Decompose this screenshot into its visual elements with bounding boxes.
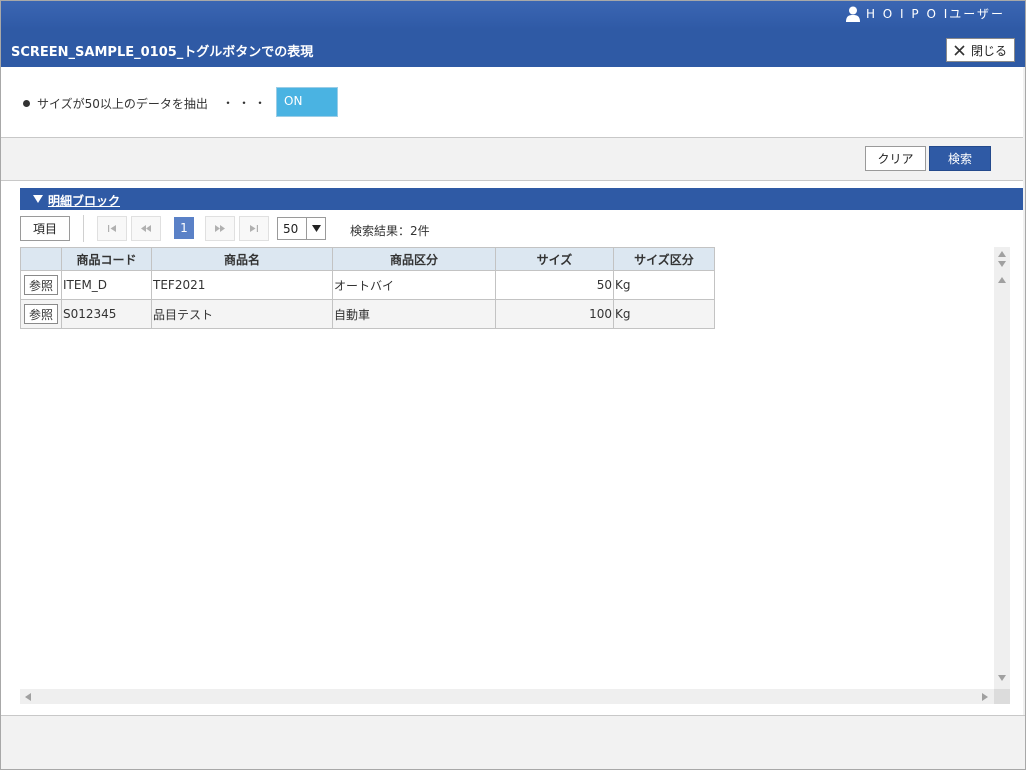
application-window: H O I P O Iユーザー SCREEN_SAMPLE_0105_トグルボタ…: [0, 0, 1026, 770]
results-table: 商品コード 商品名 商品区分 サイズ サイズ区分 参照 ITEM_D TEF20…: [20, 247, 715, 329]
product-name-cell: 品目テスト: [151, 299, 333, 329]
rewind-icon: [141, 225, 151, 232]
table-row[interactable]: 参照 ITEM_D TEF2021 オートバイ 50 Kg: [20, 270, 715, 300]
current-page-button[interactable]: 1: [174, 217, 194, 239]
user-name: H O I P O Iユーザー: [865, 7, 1005, 21]
pager-separator: [83, 215, 84, 242]
detail-block-title[interactable]: 明細ブロック: [48, 192, 120, 209]
condition-dots: ・・・: [222, 96, 271, 110]
ref-cell: 参照: [20, 270, 62, 300]
condition-row: サイズが50以上のデータを抽出: [23, 95, 208, 112]
column-header-category[interactable]: 商品区分: [332, 247, 496, 271]
bullet-icon: [23, 100, 30, 107]
column-header-code[interactable]: 商品コード: [61, 247, 152, 271]
prev-page-button[interactable]: [131, 216, 161, 241]
size-cell: 50: [495, 270, 614, 300]
column-header-name[interactable]: 商品名: [151, 247, 333, 271]
size-unit-cell: Kg: [613, 299, 715, 329]
title-bar: SCREEN_SAMPLE_0105_トグルボタンでの表現 閉じる: [1, 29, 1025, 67]
size-filter-toggle[interactable]: ON: [276, 87, 338, 117]
column-header-size[interactable]: サイズ: [495, 247, 614, 271]
user-menu[interactable]: H O I P O Iユーザー: [845, 5, 1005, 22]
detail-grid: 商品コード 商品名 商品区分 サイズ サイズ区分 参照 ITEM_D TEF20…: [20, 247, 1010, 689]
page-size-value: 50: [283, 222, 299, 236]
size-unit-cell: Kg: [613, 270, 715, 300]
collapse-triangle-icon: [33, 195, 43, 203]
result-count: 検索結果：2件: [350, 224, 430, 238]
scroll-right-icon[interactable]: [982, 693, 988, 701]
condition-area: サイズが50以上のデータを抽出 ・・・ ON: [1, 67, 1025, 137]
last-page-icon: [250, 225, 258, 232]
column-header-size-unit[interactable]: サイズ区分: [613, 247, 715, 271]
ref-cell: 参照: [20, 299, 62, 329]
product-code-cell: S012345: [61, 299, 152, 329]
scroll-down-icon[interactable]: [998, 675, 1006, 681]
ref-button[interactable]: 参照: [24, 275, 58, 295]
close-button[interactable]: 閉じる: [946, 38, 1015, 62]
page-size-select[interactable]: 50: [277, 217, 326, 240]
fast-forward-icon: [215, 225, 225, 232]
ref-button[interactable]: 参照: [24, 304, 58, 324]
first-page-button[interactable]: [97, 216, 127, 241]
table-header-row: 商品コード 商品名 商品区分 サイズ サイズ区分: [20, 247, 715, 271]
product-name-cell: TEF2021: [151, 270, 333, 300]
size-cell: 100: [495, 299, 614, 329]
dropdown-arrow-icon[interactable]: [306, 218, 325, 239]
horizontal-scrollbar[interactable]: [20, 689, 994, 704]
window-edge: [1023, 67, 1025, 769]
table-row[interactable]: 参照 S012345 品目テスト 自動車 100 Kg: [20, 299, 715, 329]
button-bar: クリア 検索: [1, 138, 1025, 180]
close-label: 閉じる: [970, 43, 1007, 58]
column-header-ref: [20, 247, 62, 271]
last-page-button[interactable]: [239, 216, 269, 241]
footer-area: [1, 716, 1025, 769]
product-code-cell: ITEM_D: [61, 270, 152, 300]
scrollbar-corner: [994, 689, 1010, 704]
page-title: SCREEN_SAMPLE_0105_トグルボタンでの表現: [11, 45, 314, 60]
close-icon: [954, 44, 965, 56]
condition-label: サイズが50以上のデータを抽出: [37, 97, 208, 111]
product-category-cell: オートバイ: [332, 270, 496, 300]
scroll-up-icon[interactable]: [998, 251, 1006, 257]
scroll-left-icon[interactable]: [25, 693, 31, 701]
product-category-cell: 自動車: [332, 299, 496, 329]
first-page-icon: [108, 225, 116, 232]
search-button[interactable]: 検索: [929, 146, 991, 171]
scroll-down-icon[interactable]: [998, 261, 1006, 267]
divider: [1, 180, 1025, 181]
vertical-scrollbar[interactable]: [994, 247, 1010, 689]
user-bar: H O I P O Iユーザー: [1, 1, 1025, 29]
scroll-up-icon[interactable]: [998, 277, 1006, 283]
next-page-button[interactable]: [205, 216, 235, 241]
column-items-button[interactable]: 項目: [20, 216, 70, 241]
user-icon: [845, 6, 860, 22]
detail-block-header[interactable]: 明細ブロック: [20, 188, 1025, 210]
clear-button[interactable]: クリア: [865, 146, 926, 171]
